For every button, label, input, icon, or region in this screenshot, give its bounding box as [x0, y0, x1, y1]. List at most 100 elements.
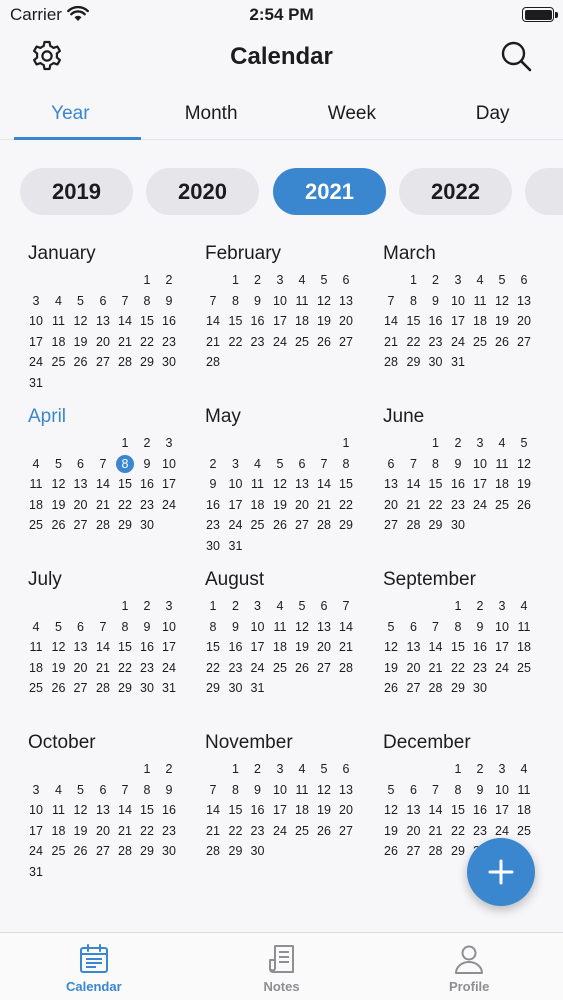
day-cell[interactable]: 28: [202, 841, 224, 861]
tab-bar-notes[interactable]: Notes: [188, 933, 376, 1000]
day-cell[interactable]: 13: [335, 291, 357, 311]
day-cell[interactable]: 25: [513, 658, 535, 678]
day-cell[interactable]: 21: [114, 332, 136, 352]
day-cell[interactable]: 30: [447, 515, 469, 535]
day-cell[interactable]: 10: [269, 291, 291, 311]
day-cell[interactable]: 27: [313, 658, 335, 678]
day-cell[interactable]: 3: [269, 759, 291, 779]
day-cell[interactable]: 19: [70, 332, 92, 352]
day-cell[interactable]: 1: [225, 270, 247, 290]
day-cell[interactable]: 6: [70, 617, 92, 637]
day-cell[interactable]: 15: [447, 800, 469, 820]
day-cell[interactable]: 26: [380, 841, 402, 861]
day-cell[interactable]: 16: [136, 474, 158, 494]
day-cell[interactable]: 17: [491, 637, 513, 657]
day-cell[interactable]: 19: [313, 311, 335, 331]
month-september[interactable]: September 1 2 3 4 5 6 7 8 9 10 11 12 13 14 15 16 17 18 19 20…: [380, 569, 540, 699]
day-cell[interactable]: 23: [136, 495, 158, 515]
month-august[interactable]: August 1 2 3 4 5 6 7 8 9 10 11 12 13 14 15 16 17 18 19 20 21 2…: [202, 569, 362, 699]
day-cell[interactable]: 15: [114, 637, 136, 657]
day-cell[interactable]: 15: [202, 637, 224, 657]
day-cell[interactable]: 5: [380, 780, 402, 800]
day-cell[interactable]: 12: [70, 311, 92, 331]
day-cell[interactable]: 24: [269, 332, 291, 352]
day-cell[interactable]: 25: [291, 332, 313, 352]
day-cell[interactable]: 9: [158, 780, 180, 800]
day-cell[interactable]: 16: [202, 495, 224, 515]
day-cell[interactable]: 1: [114, 433, 136, 453]
day-cell[interactable]: 20: [291, 495, 313, 515]
day-cell[interactable]: 16: [425, 311, 447, 331]
day-cell[interactable]: 28: [335, 658, 357, 678]
day-cell[interactable]: 24: [158, 658, 180, 678]
day-cell[interactable]: 26: [491, 332, 513, 352]
day-cell[interactable]: 14: [313, 474, 335, 494]
day-cell[interactable]: 3: [158, 596, 180, 616]
day-cell[interactable]: 23: [158, 332, 180, 352]
day-cell[interactable]: 24: [25, 841, 47, 861]
day-cell[interactable]: 7: [92, 617, 114, 637]
day-cell[interactable]: 10: [491, 617, 513, 637]
day-cell[interactable]: 21: [202, 821, 224, 841]
day-cell[interactable]: 17: [158, 474, 180, 494]
day-cell[interactable]: 6: [513, 270, 535, 290]
day-cell[interactable]: 31: [25, 373, 47, 393]
day-cell[interactable]: 29: [202, 678, 224, 698]
day-cell[interactable]: 25: [25, 678, 47, 698]
day-cell[interactable]: 3: [25, 291, 47, 311]
year-pill-2021[interactable]: 2021: [273, 168, 386, 215]
day-cell[interactable]: 19: [313, 800, 335, 820]
day-cell[interactable]: 1: [447, 759, 469, 779]
day-cell[interactable]: 11: [491, 454, 513, 474]
day-cell[interactable]: 18: [269, 637, 291, 657]
day-cell[interactable]: 20: [335, 311, 357, 331]
day-cell[interactable]: 28: [403, 515, 425, 535]
day-cell[interactable]: 13: [513, 291, 535, 311]
day-cell[interactable]: 1: [225, 759, 247, 779]
day-cell[interactable]: 29: [425, 515, 447, 535]
day-cell[interactable]: 24: [269, 821, 291, 841]
day-cell[interactable]: 16: [225, 637, 247, 657]
day-cell[interactable]: 16: [447, 474, 469, 494]
day-cell[interactable]: 4: [25, 617, 47, 637]
day-cell[interactable]: 5: [269, 454, 291, 474]
day-cell[interactable]: 15: [425, 474, 447, 494]
day-cell[interactable]: 22: [335, 495, 357, 515]
day-cell[interactable]: 18: [291, 311, 313, 331]
day-cell[interactable]: 4: [469, 270, 491, 290]
day-cell[interactable]: 20: [335, 800, 357, 820]
day-cell[interactable]: 9: [136, 617, 158, 637]
day-cell[interactable]: 19: [291, 637, 313, 657]
day-cell[interactable]: 15: [225, 800, 247, 820]
tab-week[interactable]: Week: [282, 90, 423, 139]
day-cell[interactable]: 15: [114, 474, 136, 494]
day-cell[interactable]: 1: [202, 596, 224, 616]
day-cell[interactable]: 23: [469, 658, 491, 678]
day-cell[interactable]: 30: [158, 352, 180, 372]
day-cell[interactable]: 27: [335, 332, 357, 352]
day-cell[interactable]: 25: [469, 332, 491, 352]
day-cell[interactable]: 26: [48, 515, 70, 535]
day-cell[interactable]: 20: [92, 332, 114, 352]
day-cell[interactable]: 18: [48, 332, 70, 352]
day-cell[interactable]: 14: [335, 617, 357, 637]
day-cell[interactable]: 31: [225, 536, 247, 556]
day-cell[interactable]: 14: [425, 637, 447, 657]
day-cell[interactable]: 20: [403, 658, 425, 678]
day-cell[interactable]: 7: [202, 291, 224, 311]
year-pill-next[interactable]: 2: [525, 168, 563, 215]
day-cell[interactable]: 1: [425, 433, 447, 453]
day-cell[interactable]: 16: [136, 637, 158, 657]
day-cell[interactable]: 14: [114, 800, 136, 820]
day-cell[interactable]: 12: [313, 780, 335, 800]
month-april[interactable]: April 1 2 3 4 5 6 7 8 9 10 11 12 13 14 15 16 17 18 19 20 21 22…: [25, 406, 185, 536]
day-cell[interactable]: 22: [447, 658, 469, 678]
day-cell[interactable]: 17: [25, 332, 47, 352]
day-cell[interactable]: 27: [403, 678, 425, 698]
day-cell[interactable]: 12: [380, 637, 402, 657]
month-march[interactable]: March 1 2 3 4 5 6 7 8 9 10 11 12 13 14 15 16 17 18 19 20 21 22…: [380, 243, 540, 373]
day-cell[interactable]: 18: [469, 311, 491, 331]
day-cell[interactable]: 16: [158, 311, 180, 331]
day-cell[interactable]: 16: [469, 800, 491, 820]
day-cell[interactable]: 7: [313, 454, 335, 474]
